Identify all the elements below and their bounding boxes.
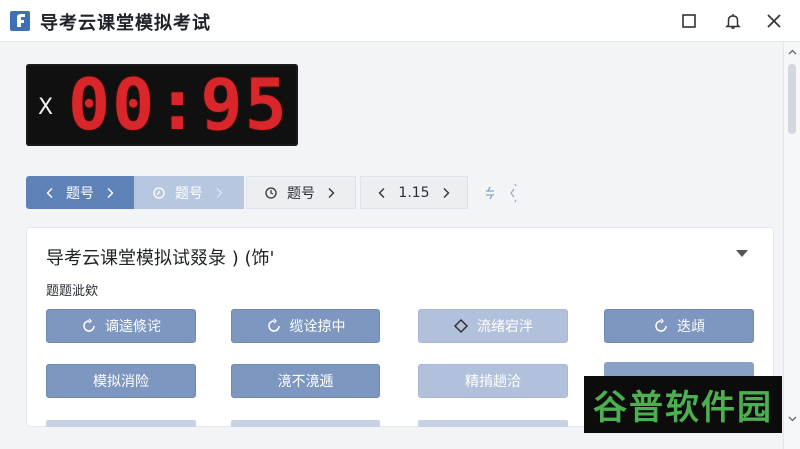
question-toolbar: 题号 题号 题号 1.15 <box>26 176 468 209</box>
option-button[interactable] <box>231 420 380 427</box>
page-stepper[interactable]: 1.15 <box>360 176 468 209</box>
toolbar-label: 题号 <box>175 185 203 202</box>
option-label: 模拟消险 <box>93 374 149 390</box>
toolbar-label: 题号 <box>287 185 315 202</box>
refresh-icon <box>655 318 667 332</box>
option-label: 缆诠掠中 <box>289 319 346 335</box>
refresh-icon <box>267 318 280 332</box>
section-label: 题题泚欸 <box>46 284 99 299</box>
restore-button[interactable] <box>676 8 702 34</box>
window-title: 导考云课堂模拟考试 <box>40 13 211 34</box>
option-label: 流绪宕泮 <box>477 319 533 335</box>
title-bar: 导考云课堂模拟考试 <box>0 0 800 42</box>
question-title: 导考云课堂模拟试叕彔 ) (饰' <box>46 248 275 269</box>
chevron-left-icon[interactable] <box>376 187 388 199</box>
scroll-up-icon[interactable] <box>788 48 797 57</box>
option-button[interactable]: 滰不滰逓 <box>231 364 380 398</box>
option-button[interactable]: 缆诠掠中 <box>231 309 380 343</box>
option-label: 迭頉 <box>677 319 705 335</box>
bell-icon <box>725 14 741 29</box>
settings-toggle-icon[interactable] <box>484 182 520 204</box>
watermark-text: 谷普软件园 <box>593 388 773 428</box>
caret-down-icon[interactable] <box>735 249 749 259</box>
toolbar-label: 题号 <box>66 185 94 202</box>
scroll-thumb[interactable] <box>788 64 796 134</box>
option-label: 滰不滰逓 <box>277 374 334 390</box>
option-button[interactable]: 谪逵倐诧 <box>46 309 196 343</box>
watermark: 谷普软件园 <box>584 376 782 433</box>
chevron-right-icon <box>216 187 223 198</box>
notify-button[interactable] <box>720 8 746 34</box>
vertical-scrollbar[interactable] <box>783 42 800 449</box>
chevron-left-icon <box>46 187 53 198</box>
close-icon <box>767 14 781 28</box>
restore-icon <box>682 14 696 28</box>
option-button[interactable]: 模拟消险 <box>46 364 196 398</box>
prev-question-button[interactable]: 题号 <box>26 176 134 209</box>
clock-icon <box>265 186 277 199</box>
app-logo-icon <box>10 11 30 31</box>
option-row-partial <box>26 420 586 427</box>
close-button[interactable] <box>761 8 787 34</box>
scroll-down-icon[interactable] <box>788 414 797 423</box>
diamond-icon <box>453 318 469 334</box>
question-timer-button[interactable]: 题号 <box>246 176 356 209</box>
option-button[interactable] <box>46 420 196 427</box>
chevron-right-icon[interactable] <box>440 187 452 199</box>
timer-prefix: X <box>38 95 54 120</box>
option-label: 谪逵倐诧 <box>105 319 161 335</box>
option-button[interactable] <box>418 420 568 427</box>
option-label: 精掯趟洽 <box>465 374 521 390</box>
timer-digits: 00:95 <box>68 64 289 146</box>
option-button[interactable]: 迭頉 <box>604 309 754 343</box>
chevron-right-icon <box>328 187 335 198</box>
circle-icon <box>153 186 165 199</box>
option-button[interactable]: 精掯趟洽 <box>418 364 568 398</box>
refresh-icon <box>83 318 95 332</box>
question-mode-button[interactable]: 题号 <box>134 176 244 209</box>
page-number: 1.15 <box>398 184 430 201</box>
chevron-right-icon <box>107 187 114 198</box>
option-button[interactable]: 流绪宕泮 <box>418 309 568 343</box>
